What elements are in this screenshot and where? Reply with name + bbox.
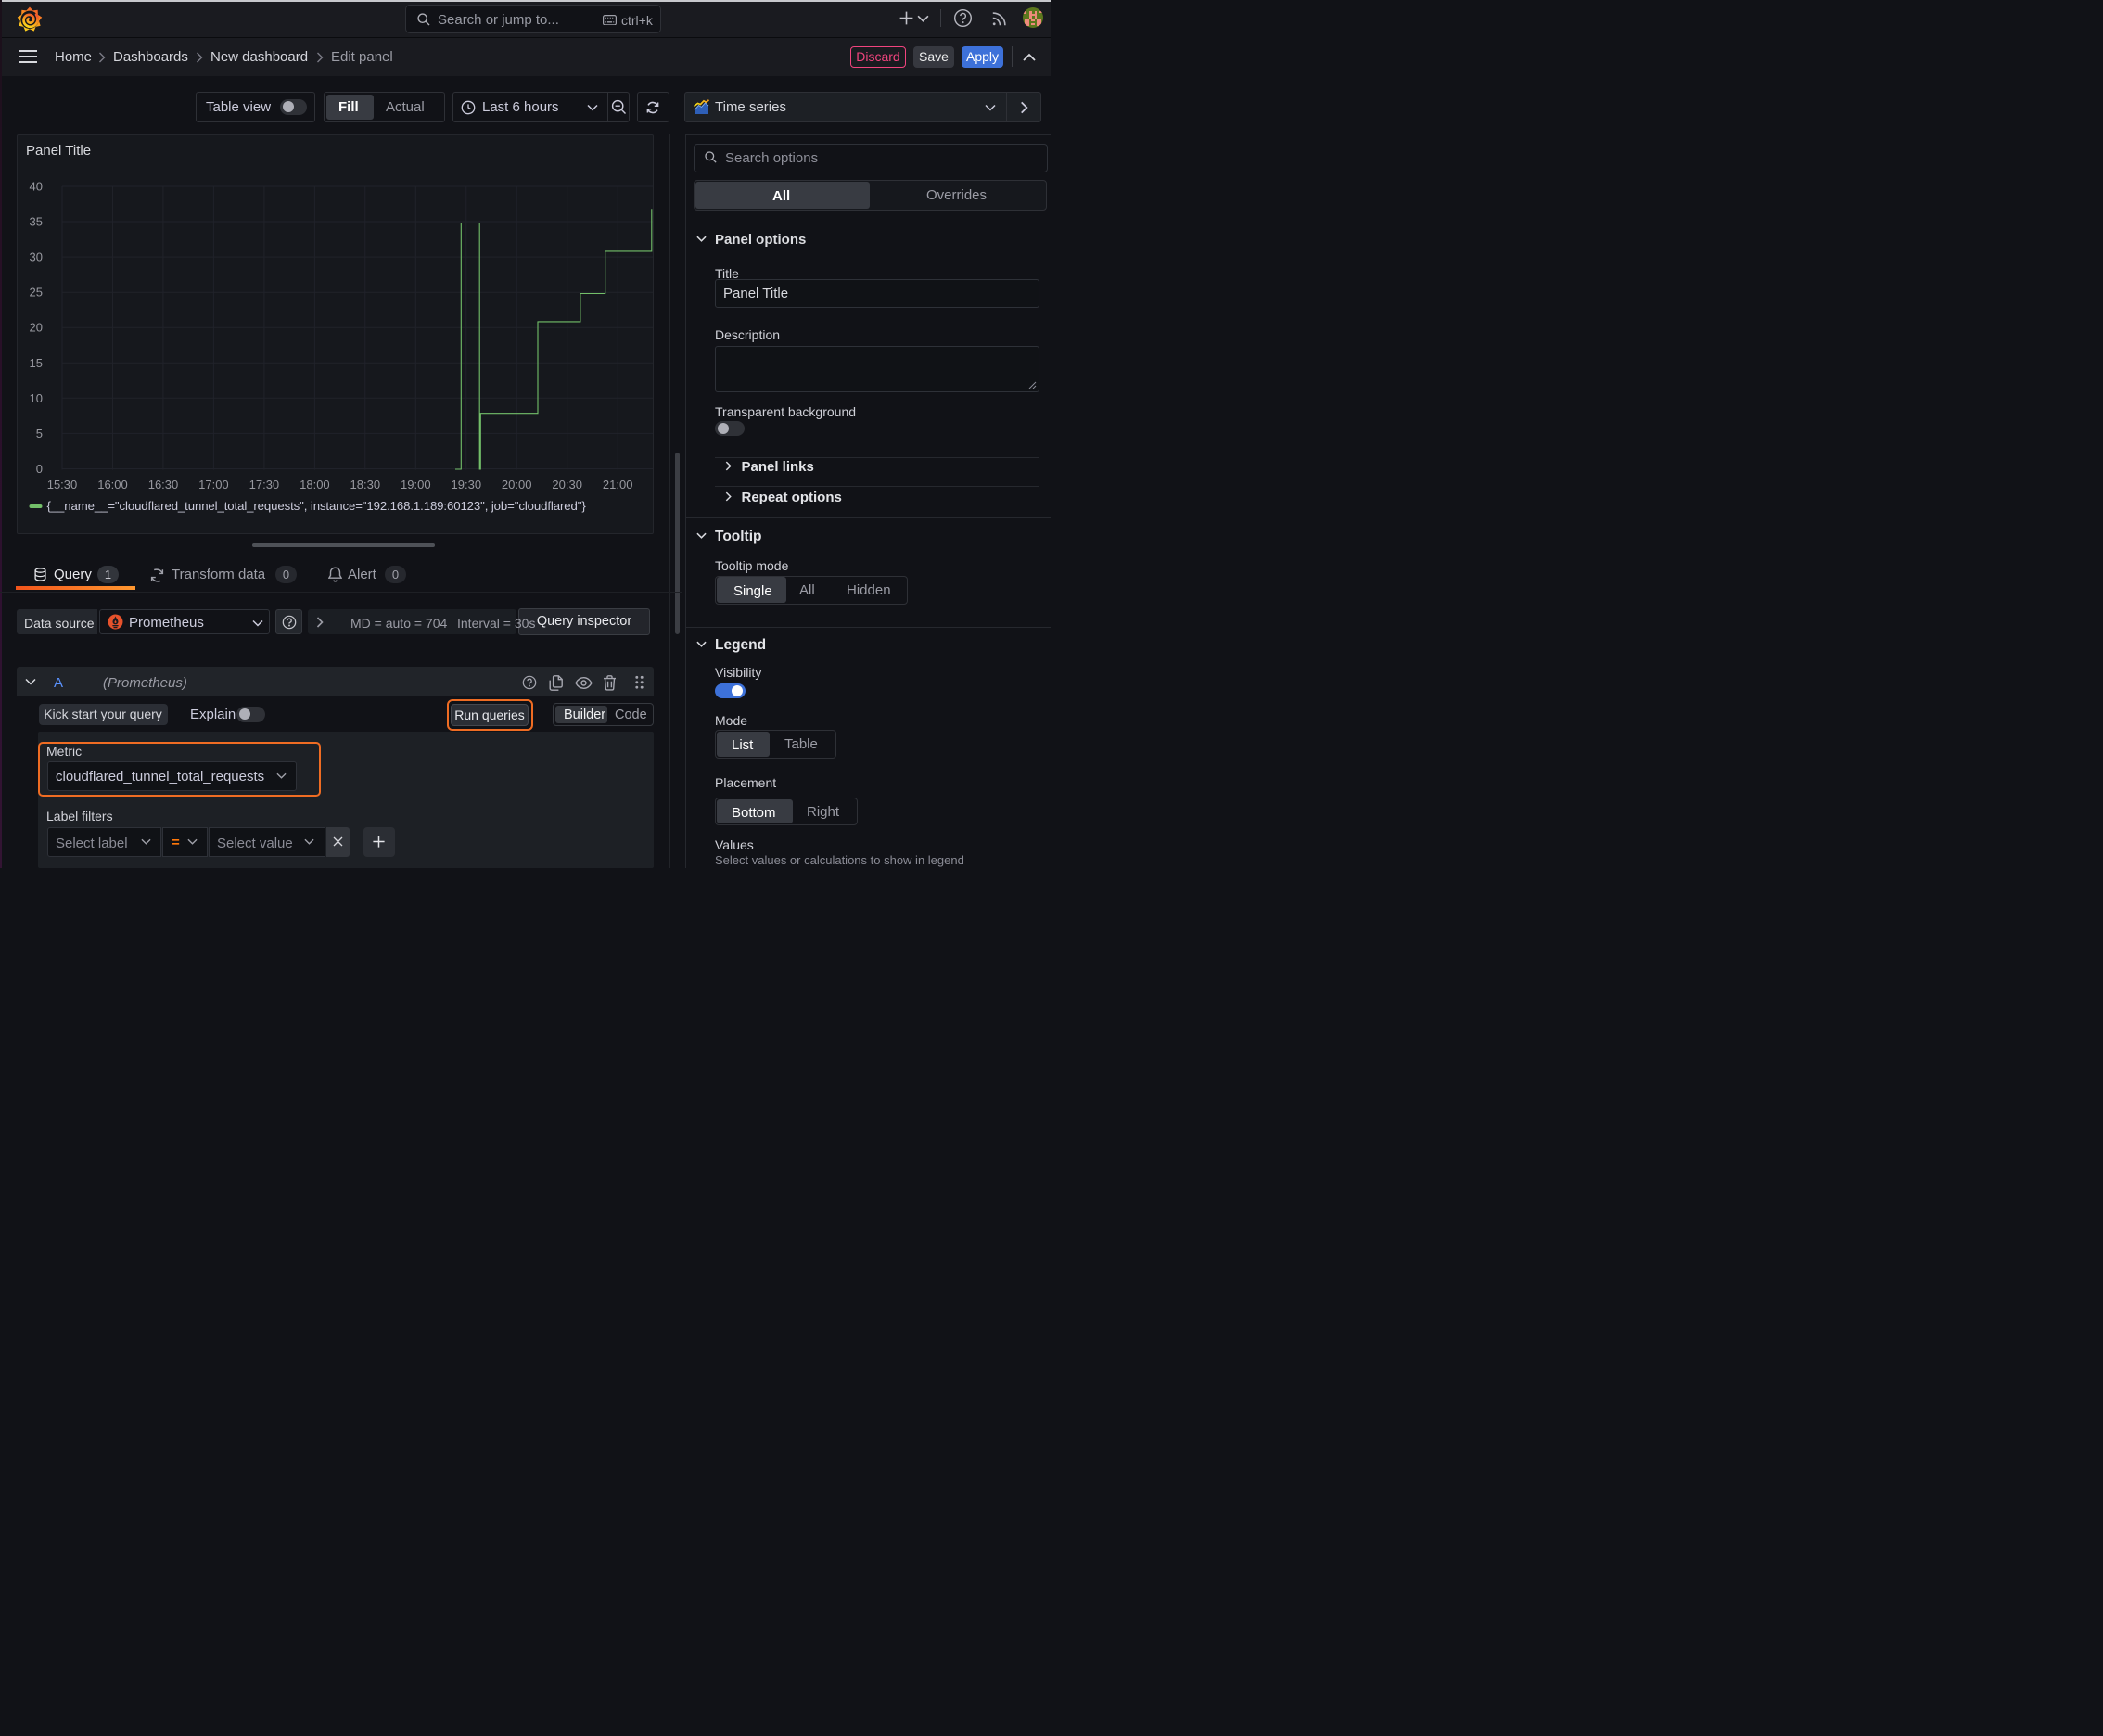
svg-text:17:30: 17:30 [249, 478, 280, 491]
svg-text:{__name__="cloudflared_tunnel_: {__name__="cloudflared_tunnel_total_requ… [47, 499, 587, 513]
svg-text:17:00: 17:00 [198, 478, 229, 491]
svg-text:18:00: 18:00 [300, 478, 330, 491]
svg-text:21:00: 21:00 [603, 478, 633, 491]
svg-text:16:00: 16:00 [97, 478, 128, 491]
svg-text:35: 35 [30, 214, 43, 228]
svg-text:20: 20 [30, 320, 43, 334]
svg-text:10: 10 [30, 390, 43, 404]
svg-text:16:30: 16:30 [148, 478, 179, 491]
svg-text:15:30: 15:30 [47, 478, 78, 491]
svg-text:40: 40 [30, 179, 43, 193]
svg-text:19:30: 19:30 [452, 478, 482, 491]
svg-text:5: 5 [36, 426, 43, 440]
svg-text:18:30: 18:30 [350, 478, 381, 491]
svg-text:19:00: 19:00 [401, 478, 431, 491]
svg-text:15: 15 [30, 355, 43, 369]
svg-text:20:00: 20:00 [502, 478, 532, 491]
svg-text:20:30: 20:30 [552, 478, 582, 491]
svg-text:0: 0 [36, 462, 43, 476]
svg-text:30: 30 [30, 249, 43, 263]
svg-text:25: 25 [30, 285, 43, 299]
